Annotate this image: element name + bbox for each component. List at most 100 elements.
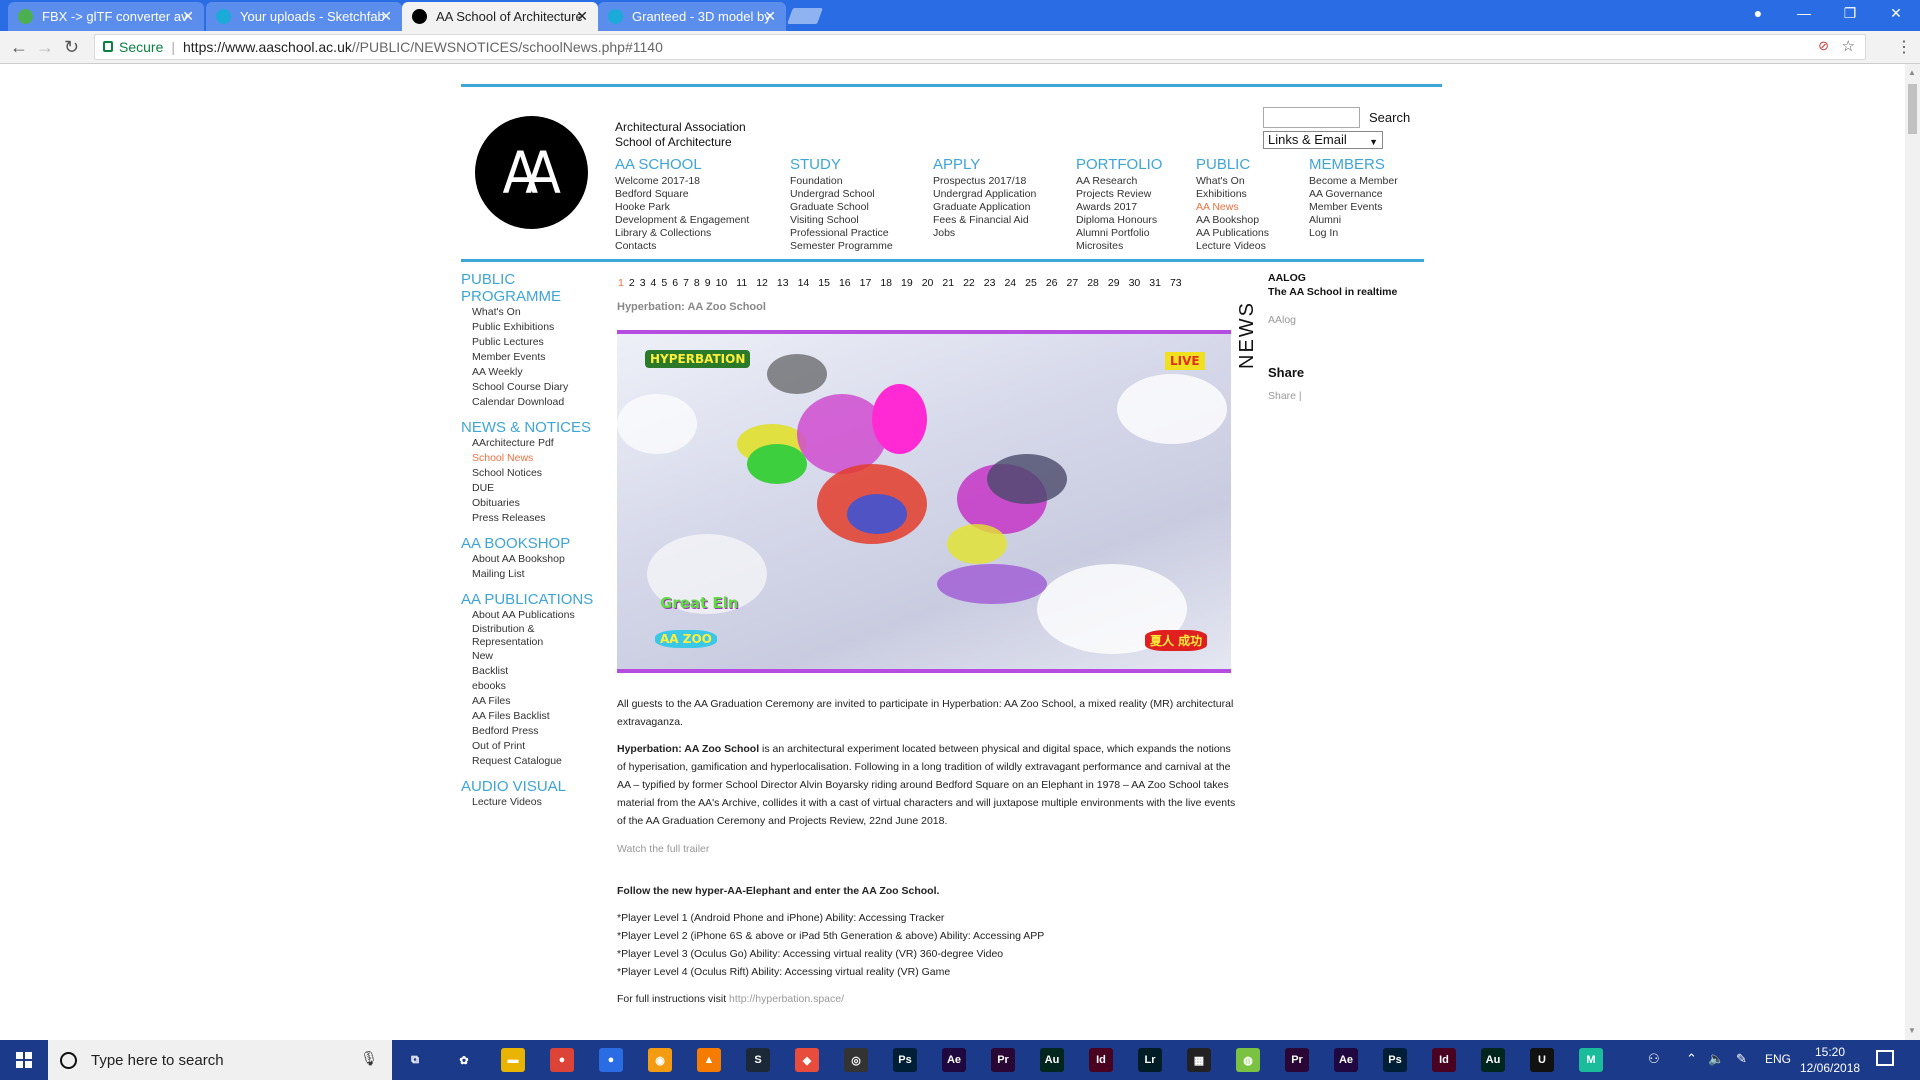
menu-item[interactable]: Professional Practice — [790, 227, 893, 240]
sidebar-heading-audio-visual[interactable]: AUDIO VISUAL — [461, 778, 611, 795]
pen-icon[interactable]: ✎ — [1736, 1051, 1747, 1067]
after-effects-icon[interactable]: Ae — [942, 1048, 966, 1072]
menu-item[interactable]: Projects Review — [1076, 188, 1162, 201]
app-green-icon[interactable]: ◍ — [1236, 1048, 1260, 1072]
sidebar-item[interactable]: ebooks — [472, 679, 611, 694]
sidebar-heading-news-notices[interactable]: NEWS & NOTICES — [461, 419, 611, 436]
menu-item[interactable]: Library & Collections — [615, 227, 749, 240]
page-link[interactable]: 6 — [672, 277, 678, 289]
sidebar-heading-aa-bookshop[interactable]: AA BOOKSHOP — [461, 535, 611, 552]
page-link[interactable]: 73 — [1170, 277, 1182, 289]
sidebar-item[interactable]: Distribution & — [472, 623, 611, 636]
close-icon[interactable]: ✕ — [380, 8, 392, 25]
sidebar-item[interactable]: Out of Print — [472, 739, 611, 754]
sidebar-heading-public-programme[interactable]: PUBLIC PROGRAMME — [461, 271, 611, 305]
sidebar-item[interactable]: School Notices — [472, 466, 611, 481]
menu-item[interactable]: Hooke Park — [615, 201, 749, 214]
menu-heading[interactable]: STUDY — [790, 156, 893, 173]
menu-item[interactable]: AA Governance — [1309, 188, 1398, 201]
sidebar-item[interactable]: Press Releases — [472, 511, 611, 526]
page-link[interactable]: 14 — [798, 277, 810, 289]
menu-item[interactable]: AA Bookshop — [1196, 214, 1269, 227]
indesign-icon[interactable]: Id — [1089, 1048, 1113, 1072]
menu-item[interactable]: Semester Programme — [790, 240, 893, 253]
menu-item[interactable]: AA Publications — [1196, 227, 1269, 240]
tab-fbx-converter[interactable]: FBX -> glTF converter av ✕ — [8, 2, 204, 31]
chrome-alt-icon[interactable]: ● — [599, 1048, 623, 1072]
star-icon[interactable]: ☆ — [1842, 37, 1855, 55]
sidebar-item-active[interactable]: School News — [472, 451, 611, 466]
scroll-down-icon[interactable]: ▼ — [1908, 1026, 1916, 1035]
menu-item[interactable]: Undergrad Application — [933, 188, 1036, 201]
app-disc-icon[interactable]: ◎ — [844, 1048, 868, 1072]
vlc-icon[interactable]: ▲ — [697, 1048, 721, 1072]
menu-item[interactable]: What's On — [1196, 175, 1269, 188]
app-red-icon[interactable]: ◆ — [795, 1048, 819, 1072]
menu-heading[interactable]: PUBLIC — [1196, 156, 1269, 173]
menu-item[interactable]: Member Events — [1309, 201, 1398, 214]
page-link[interactable]: 21 — [942, 277, 954, 289]
volume-icon[interactable]: 🔈 — [1708, 1051, 1724, 1067]
sidebar-item[interactable]: Backlist — [472, 664, 611, 679]
page-link[interactable]: 5 — [661, 277, 667, 289]
tab-sketchfab-uploads[interactable]: Your uploads - Sketchfab ✕ — [206, 2, 402, 31]
app-orange-icon[interactable]: ◉ — [648, 1048, 672, 1072]
aalog-link[interactable]: AAlog — [1268, 314, 1296, 326]
page-link[interactable]: 27 — [1067, 277, 1079, 289]
menu-item[interactable]: Awards 2017 — [1076, 201, 1162, 214]
sidebar-item[interactable]: Member Events — [472, 350, 611, 365]
page-link[interactable]: 23 — [984, 277, 996, 289]
sidebar-item[interactable]: Public Lectures — [472, 335, 611, 350]
page-link[interactable]: 4 — [651, 277, 657, 289]
trailer-link[interactable]: Watch the full trailer — [617, 840, 1237, 858]
tab-granteed[interactable]: Granteed - 3D model by ✕ — [598, 2, 786, 31]
sidebar-item[interactable]: AArchitecture Pdf — [472, 436, 611, 451]
menu-item[interactable]: Jobs — [933, 227, 1036, 240]
page-link[interactable]: 7 — [683, 277, 689, 289]
start-button[interactable] — [0, 1040, 48, 1080]
page-link[interactable]: 8 — [694, 277, 700, 289]
vertical-scrollbar[interactable]: ▲ ▼ — [1905, 64, 1920, 1040]
links-email-select[interactable]: Links & Email ▼ — [1263, 131, 1383, 149]
app-flower-icon[interactable]: ✿ — [452, 1048, 476, 1072]
audition-icon[interactable]: Au — [1040, 1048, 1064, 1072]
menu-item[interactable]: Graduate School — [790, 201, 893, 214]
page-link[interactable]: 20 — [922, 277, 934, 289]
share-link[interactable]: Share | — [1268, 390, 1302, 402]
page-link[interactable]: 11 — [736, 277, 747, 289]
page-link[interactable]: 25 — [1025, 277, 1037, 289]
lightroom-icon[interactable]: Lr — [1138, 1048, 1162, 1072]
sidebar-item[interactable]: Lecture Videos — [472, 795, 611, 810]
page-link[interactable]: 9 — [705, 277, 711, 289]
indesign-2-icon[interactable]: Id — [1432, 1048, 1456, 1072]
sidebar-item[interactable]: About AA Bookshop — [472, 552, 611, 567]
menu-item[interactable]: Visiting School — [790, 214, 893, 227]
hero-image[interactable]: HYPERBATION LIVE Great Eln AA ZOO 夏人 成功 — [617, 330, 1231, 673]
menu-item[interactable]: Prospectus 2017/18 — [933, 175, 1036, 188]
url-field[interactable]: Secure | https://www.aaschool.ac.uk//PUB… — [94, 34, 1866, 60]
close-icon[interactable]: ✕ — [182, 8, 194, 25]
menu-item[interactable]: Exhibitions — [1196, 188, 1269, 201]
page-link[interactable]: 16 — [839, 277, 851, 289]
sidebar-item[interactable]: New — [472, 649, 611, 664]
page-link[interactable]: 17 — [860, 277, 872, 289]
page-link[interactable]: 19 — [901, 277, 913, 289]
chrome-icon[interactable]: ● — [550, 1048, 574, 1072]
reload-icon[interactable]: ↻ — [64, 37, 79, 58]
menu-item[interactable]: Contacts — [615, 240, 749, 253]
new-tab-button[interactable] — [787, 8, 823, 24]
scroll-up-icon[interactable]: ▲ — [1908, 68, 1916, 77]
audition-2-icon[interactable]: Au — [1481, 1048, 1505, 1072]
menu-item[interactable]: Development & Engagement — [615, 214, 749, 227]
sidebar-item[interactable]: Bedford Press — [472, 724, 611, 739]
photoshop-2-icon[interactable]: Ps — [1383, 1048, 1407, 1072]
sidebar-item[interactable]: Calendar Download — [472, 395, 611, 410]
people-icon[interactable]: ⚇ — [1648, 1051, 1660, 1067]
microphone-icon[interactable]: 🎙 — [360, 1050, 378, 1067]
menu-item[interactable]: AA Research — [1076, 175, 1162, 188]
chevron-up-icon[interactable]: ⌃ — [1686, 1051, 1697, 1067]
app-m-icon[interactable]: M — [1579, 1048, 1603, 1072]
page-link[interactable]: 12 — [756, 277, 768, 289]
forward-icon[interactable]: → — [36, 37, 54, 58]
menu-item-active[interactable]: AA News — [1196, 201, 1269, 214]
